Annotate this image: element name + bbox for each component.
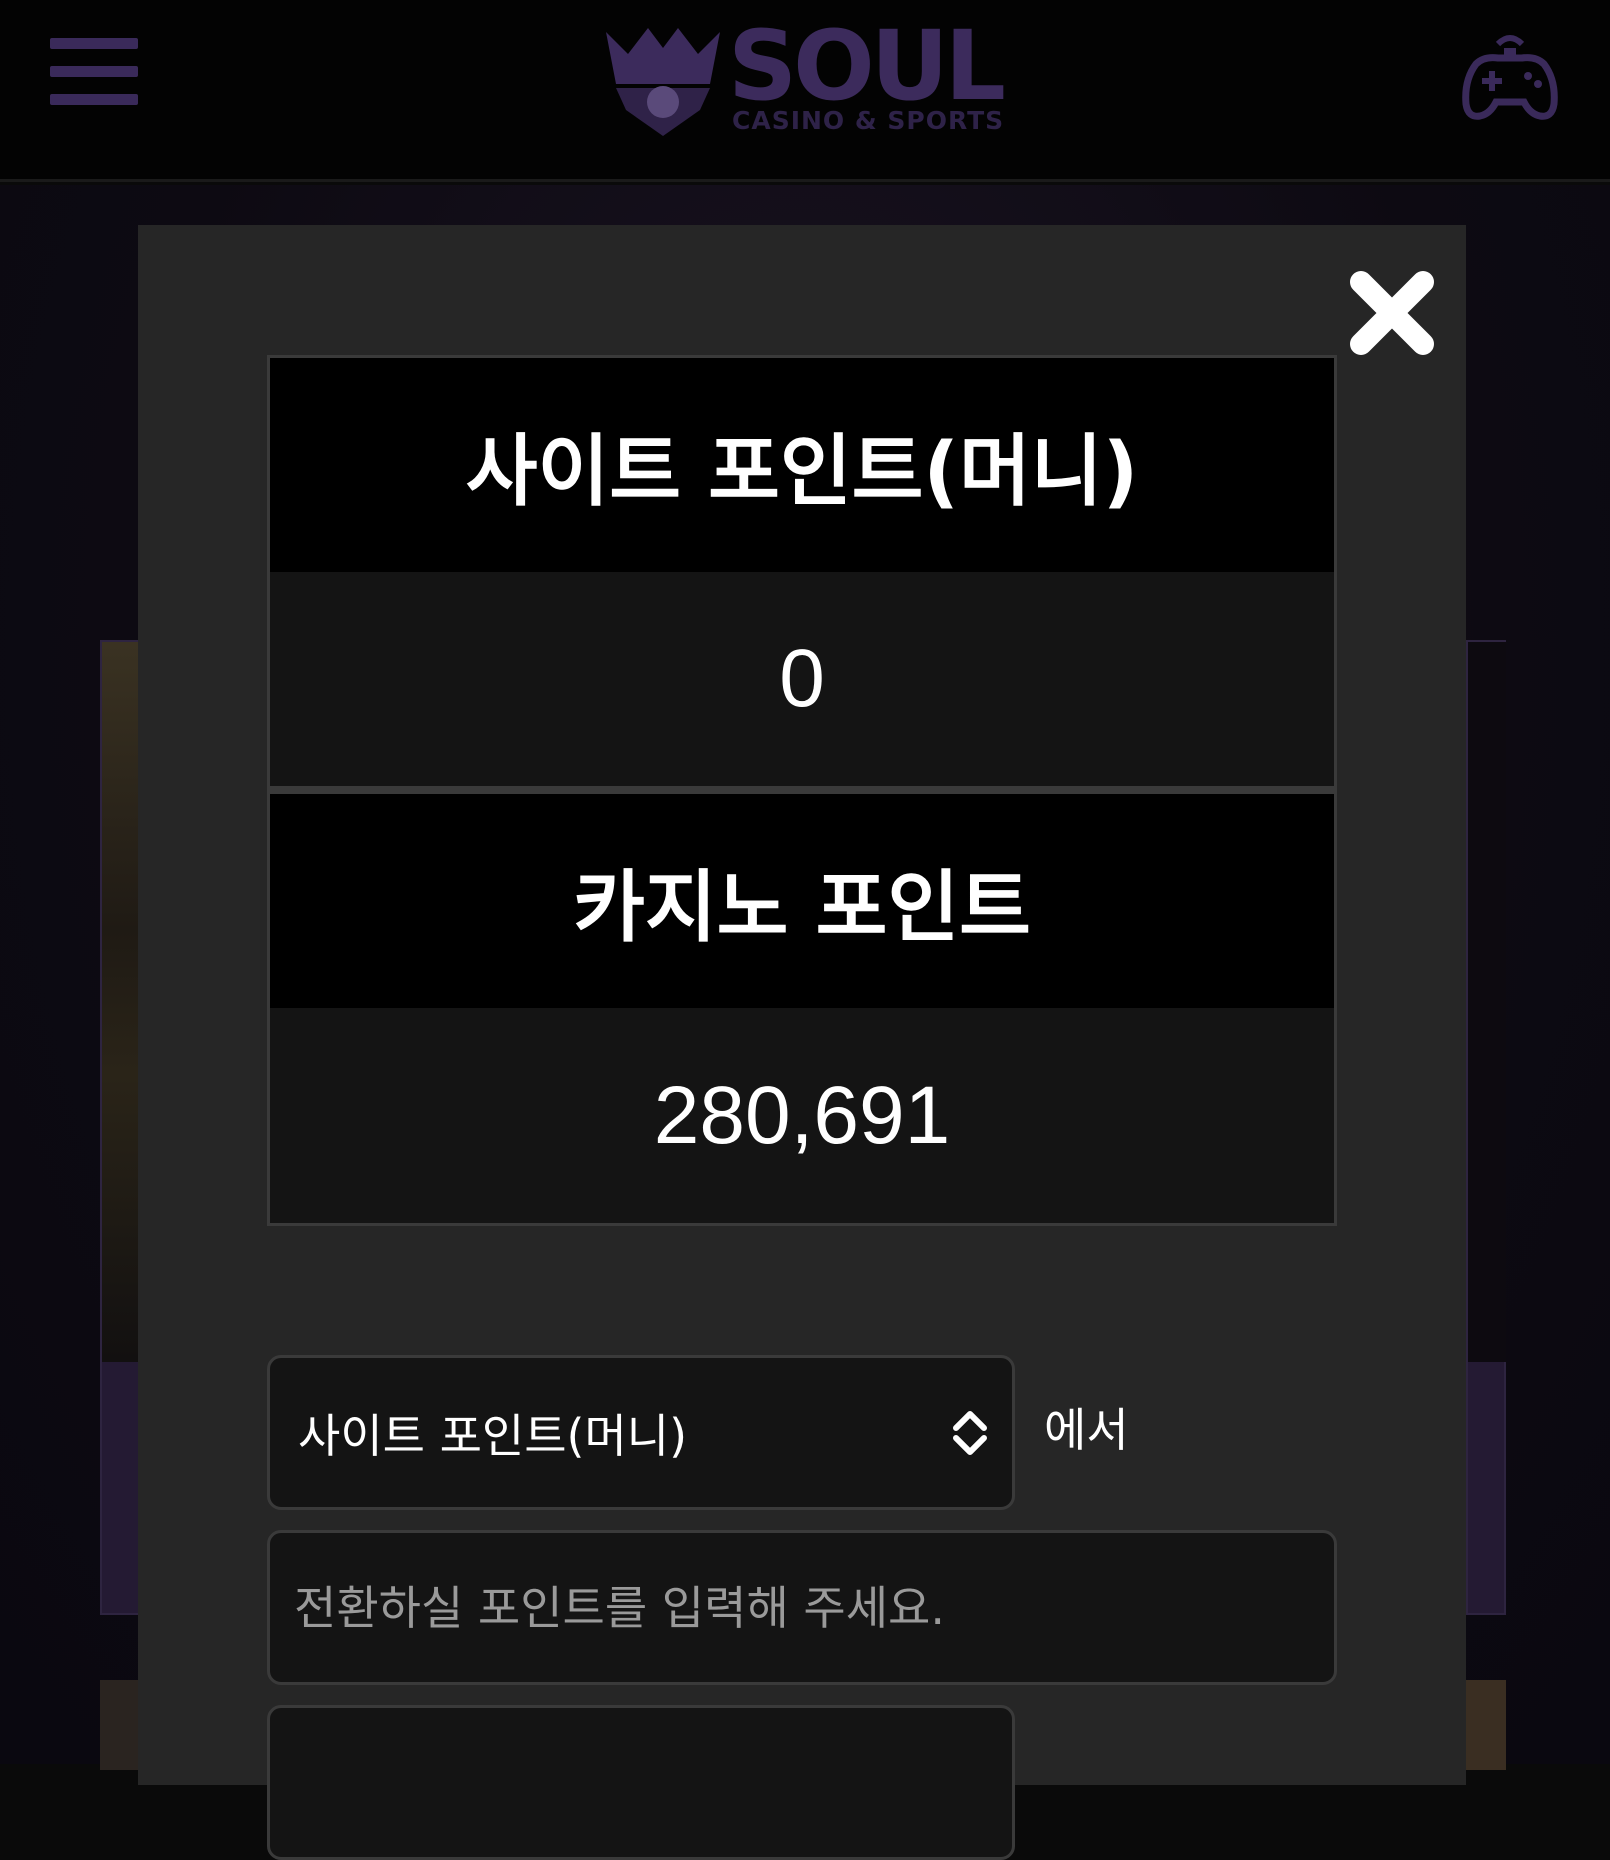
close-icon[interactable] — [1347, 268, 1437, 358]
background-card-bottom-left — [100, 1680, 140, 1770]
site-points-value: 0 — [270, 572, 1334, 786]
select-updown-icon — [950, 1408, 990, 1458]
background-card-bottom-right — [1466, 1680, 1506, 1770]
hamburger-menu-icon[interactable] — [50, 34, 140, 114]
source-point-select-value: 사이트 포인트(머니) — [298, 1408, 688, 1463]
from-label: 에서 — [1044, 1403, 1129, 1457]
logo-subtitle: CASINO & SPORTS — [732, 106, 1005, 135]
source-point-select[interactable]: 사이트 포인트(머니) — [267, 1355, 1015, 1510]
target-point-select[interactable] — [267, 1705, 1015, 1860]
gamepad-icon[interactable] — [1458, 28, 1562, 124]
logo-title: SOUL — [728, 10, 1006, 122]
background-card-left — [100, 640, 140, 1615]
casino-points-value: 280,691 — [270, 1008, 1334, 1223]
background-card-right — [1466, 640, 1506, 1615]
casino-points-label: 카지노 포인트 — [270, 794, 1334, 1008]
top-bar: SOUL CASINO & SPORTS — [0, 0, 1610, 182]
crown-shield-icon — [606, 28, 720, 136]
convert-amount-input[interactable] — [267, 1530, 1337, 1685]
table-divider — [270, 786, 1334, 794]
site-points-label: 사이트 포인트(머니) — [270, 358, 1334, 572]
site-logo[interactable]: SOUL CASINO & SPORTS — [598, 14, 1008, 144]
points-summary-table: 사이트 포인트(머니) 0 카지노 포인트 280,691 — [267, 355, 1337, 1226]
